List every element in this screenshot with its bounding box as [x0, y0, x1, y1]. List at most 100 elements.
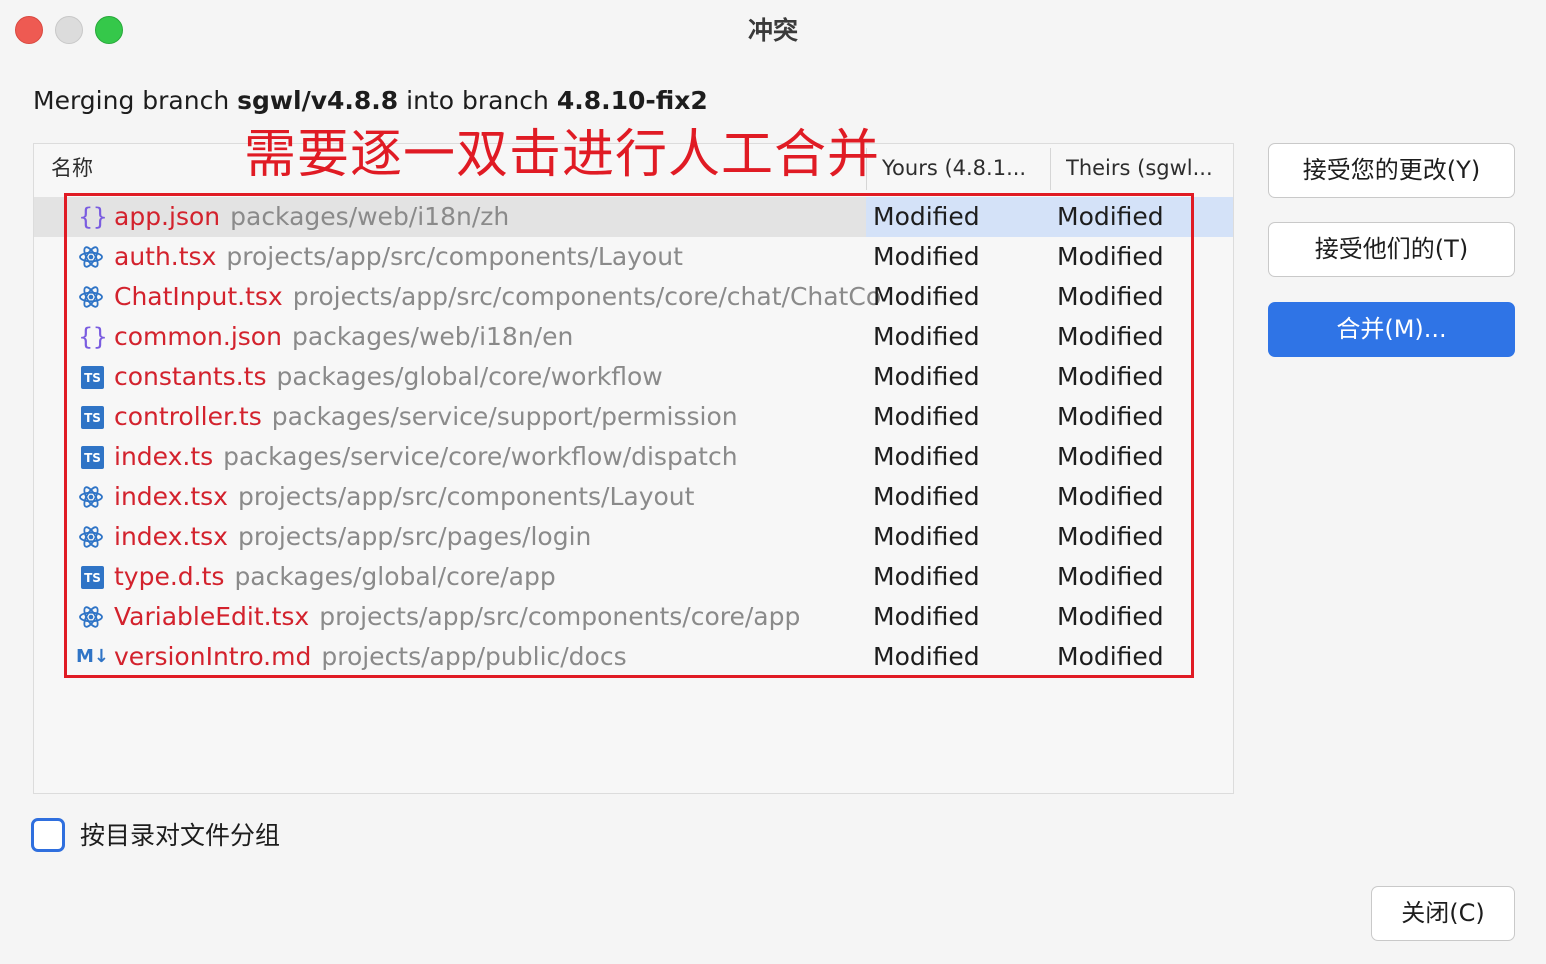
- file-path: projects/app/public/docs: [321, 642, 627, 671]
- json-icon: {}: [78, 323, 108, 351]
- file-cell: index.tsx projects/app/src/components/Lay…: [114, 477, 902, 517]
- react-icon: [78, 484, 104, 510]
- table-row[interactable]: index.tsx projects/app/src/components/Lay…: [34, 477, 1233, 517]
- theirs-status: Modified: [1057, 442, 1164, 471]
- theirs-status: Modified: [1057, 282, 1164, 311]
- table-row[interactable]: index.tsx projects/app/src/pages/login Mod…: [34, 517, 1233, 557]
- yours-status: Modified: [873, 402, 980, 431]
- markdown-icon: M↓: [76, 646, 109, 667]
- file-path: projects/app/src/components/Layout: [237, 482, 695, 511]
- ts-icon: TS: [81, 406, 104, 429]
- yours-status: Modified: [873, 562, 980, 591]
- file-path: packages/service/support/permission: [271, 402, 738, 431]
- file-cell: type.d.ts packages/global/core/app: [114, 557, 902, 597]
- file-cell: index.tsx projects/app/src/pages/login: [114, 517, 902, 557]
- file-name: constants.ts: [114, 362, 267, 391]
- annotation-text: 需要逐一双击进行人工合并: [244, 125, 881, 185]
- file-path: packages/global/core/workflow: [276, 362, 663, 391]
- yours-status: Modified: [873, 442, 980, 471]
- theirs-status: Modified: [1057, 202, 1164, 231]
- table-row[interactable]: {} app.json packages/web/i18n/zh Modified Mo…: [34, 197, 1233, 237]
- table-row[interactable]: M↓ versionIntro.md projects/app/public/doc…: [34, 637, 1233, 677]
- theirs-status: Modified: [1057, 482, 1164, 511]
- theirs-status: Modified: [1057, 642, 1164, 671]
- theirs-status: Modified: [1057, 602, 1164, 631]
- merge-button[interactable]: 合并(M)...: [1268, 302, 1515, 357]
- yours-status: Modified: [873, 642, 980, 671]
- file-cell: auth.tsx projects/app/src/components/Layo…: [114, 237, 902, 277]
- yours-status: Modified: [873, 242, 980, 271]
- file-path: projects/app/src/components/Layout: [226, 242, 683, 271]
- file-cell: index.ts packages/service/core/workflow/d…: [114, 437, 902, 477]
- target-branch: 4.8.10-fix2: [556, 86, 708, 115]
- ts-icon: TS: [81, 566, 104, 589]
- yours-status: Modified: [873, 482, 980, 511]
- file-name: type.d.ts: [114, 562, 225, 591]
- theirs-status: Modified: [1057, 522, 1164, 551]
- file-path: projects/app/src/components/core/chat/Ch…: [292, 282, 882, 311]
- file-cell: app.json packages/web/i18n/zh: [114, 197, 902, 237]
- table-row[interactable]: TS type.d.ts packages/global/core/app Modif…: [34, 557, 1233, 597]
- file-name: versionIntro.md: [114, 642, 312, 671]
- react-icon: [78, 524, 104, 550]
- file-name: app.json: [114, 202, 221, 231]
- table-row[interactable]: TS controller.ts packages/service/support/…: [34, 397, 1233, 437]
- file-name: index.ts: [114, 442, 214, 471]
- theirs-status: Modified: [1057, 562, 1164, 591]
- file-cell: constants.ts packages/global/core/workflo…: [114, 357, 902, 397]
- react-icon: [78, 244, 104, 270]
- file-path: packages/web/i18n/zh: [230, 202, 510, 231]
- theirs-status: Modified: [1057, 402, 1164, 431]
- close-button[interactable]: 关闭(C): [1371, 886, 1515, 941]
- conflicts-table: 名称 Yours (4.8.1... Theirs (sgwl... {} app…: [33, 143, 1234, 794]
- theirs-status: Modified: [1057, 242, 1164, 271]
- file-cell: ChatInput.tsx projects/app/src/components…: [114, 277, 902, 317]
- json-icon: {}: [78, 203, 108, 231]
- table-row[interactable]: TS constants.ts packages/global/core/workf…: [34, 357, 1233, 397]
- file-path: projects/app/src/components/core/app: [319, 602, 801, 631]
- ts-icon: TS: [81, 366, 104, 389]
- file-path: packages/global/core/app: [234, 562, 556, 591]
- merge-info-middle: into branch: [398, 86, 557, 115]
- file-path: packages/service/core/workflow/dispatch: [223, 442, 738, 471]
- file-name: index.tsx: [114, 522, 228, 551]
- group-by-directory-label: 按目录对文件分组: [80, 821, 281, 850]
- table-row[interactable]: ChatInput.tsx projects/app/src/components…: [34, 277, 1233, 317]
- file-cell: common.json packages/web/i18n/en: [114, 317, 902, 357]
- yours-status: Modified: [873, 322, 980, 351]
- table-row[interactable]: TS index.ts packages/service/core/workflow…: [34, 437, 1233, 477]
- file-cell: controller.ts packages/service/support/pe…: [114, 397, 902, 437]
- table-row[interactable]: {} common.json packages/web/i18n/en Modifie…: [34, 317, 1233, 357]
- merge-info: Merging branch sgwl/v4.8.8 into branch 4…: [33, 86, 708, 115]
- file-path: packages/web/i18n/en: [291, 322, 574, 351]
- react-icon: [78, 604, 104, 630]
- yours-status: Modified: [873, 522, 980, 551]
- source-branch: sgwl/v4.8.8: [237, 86, 399, 115]
- column-divider[interactable]: [1050, 148, 1051, 190]
- theirs-status: Modified: [1057, 322, 1164, 351]
- table-row[interactable]: VariableEdit.tsx projects/app/src/compone…: [34, 597, 1233, 637]
- title-bar: 冲突: [0, 0, 1546, 56]
- file-name: common.json: [114, 322, 282, 351]
- yours-status: Modified: [873, 282, 980, 311]
- merge-info-prefix: Merging branch: [33, 86, 238, 115]
- file-cell: versionIntro.md projects/app/public/docs: [114, 637, 902, 677]
- yours-status: Modified: [873, 362, 980, 391]
- ts-icon: TS: [81, 446, 104, 469]
- accept-yours-button[interactable]: 接受您的更改(Y): [1268, 143, 1515, 198]
- file-name: auth.tsx: [114, 242, 217, 271]
- table-row[interactable]: auth.tsx projects/app/src/components/Layo…: [34, 237, 1233, 277]
- file-path: projects/app/src/pages/login: [237, 522, 592, 551]
- accept-theirs-button[interactable]: 接受他们的(T): [1268, 222, 1515, 277]
- group-by-directory-checkbox[interactable]: [31, 818, 65, 852]
- yours-status: Modified: [873, 202, 980, 231]
- file-cell: VariableEdit.tsx projects/app/src/compone…: [114, 597, 902, 637]
- column-header-yours[interactable]: Yours (4.8.1...: [882, 144, 1032, 193]
- file-name: index.tsx: [114, 482, 228, 511]
- react-icon: [78, 284, 104, 310]
- file-name: VariableEdit.tsx: [114, 602, 310, 631]
- yours-status: Modified: [873, 602, 980, 631]
- column-header-theirs[interactable]: Theirs (sgwl...: [1066, 144, 1221, 193]
- window-title: 冲突: [747, 16, 798, 45]
- file-name: ChatInput.tsx: [114, 282, 283, 311]
